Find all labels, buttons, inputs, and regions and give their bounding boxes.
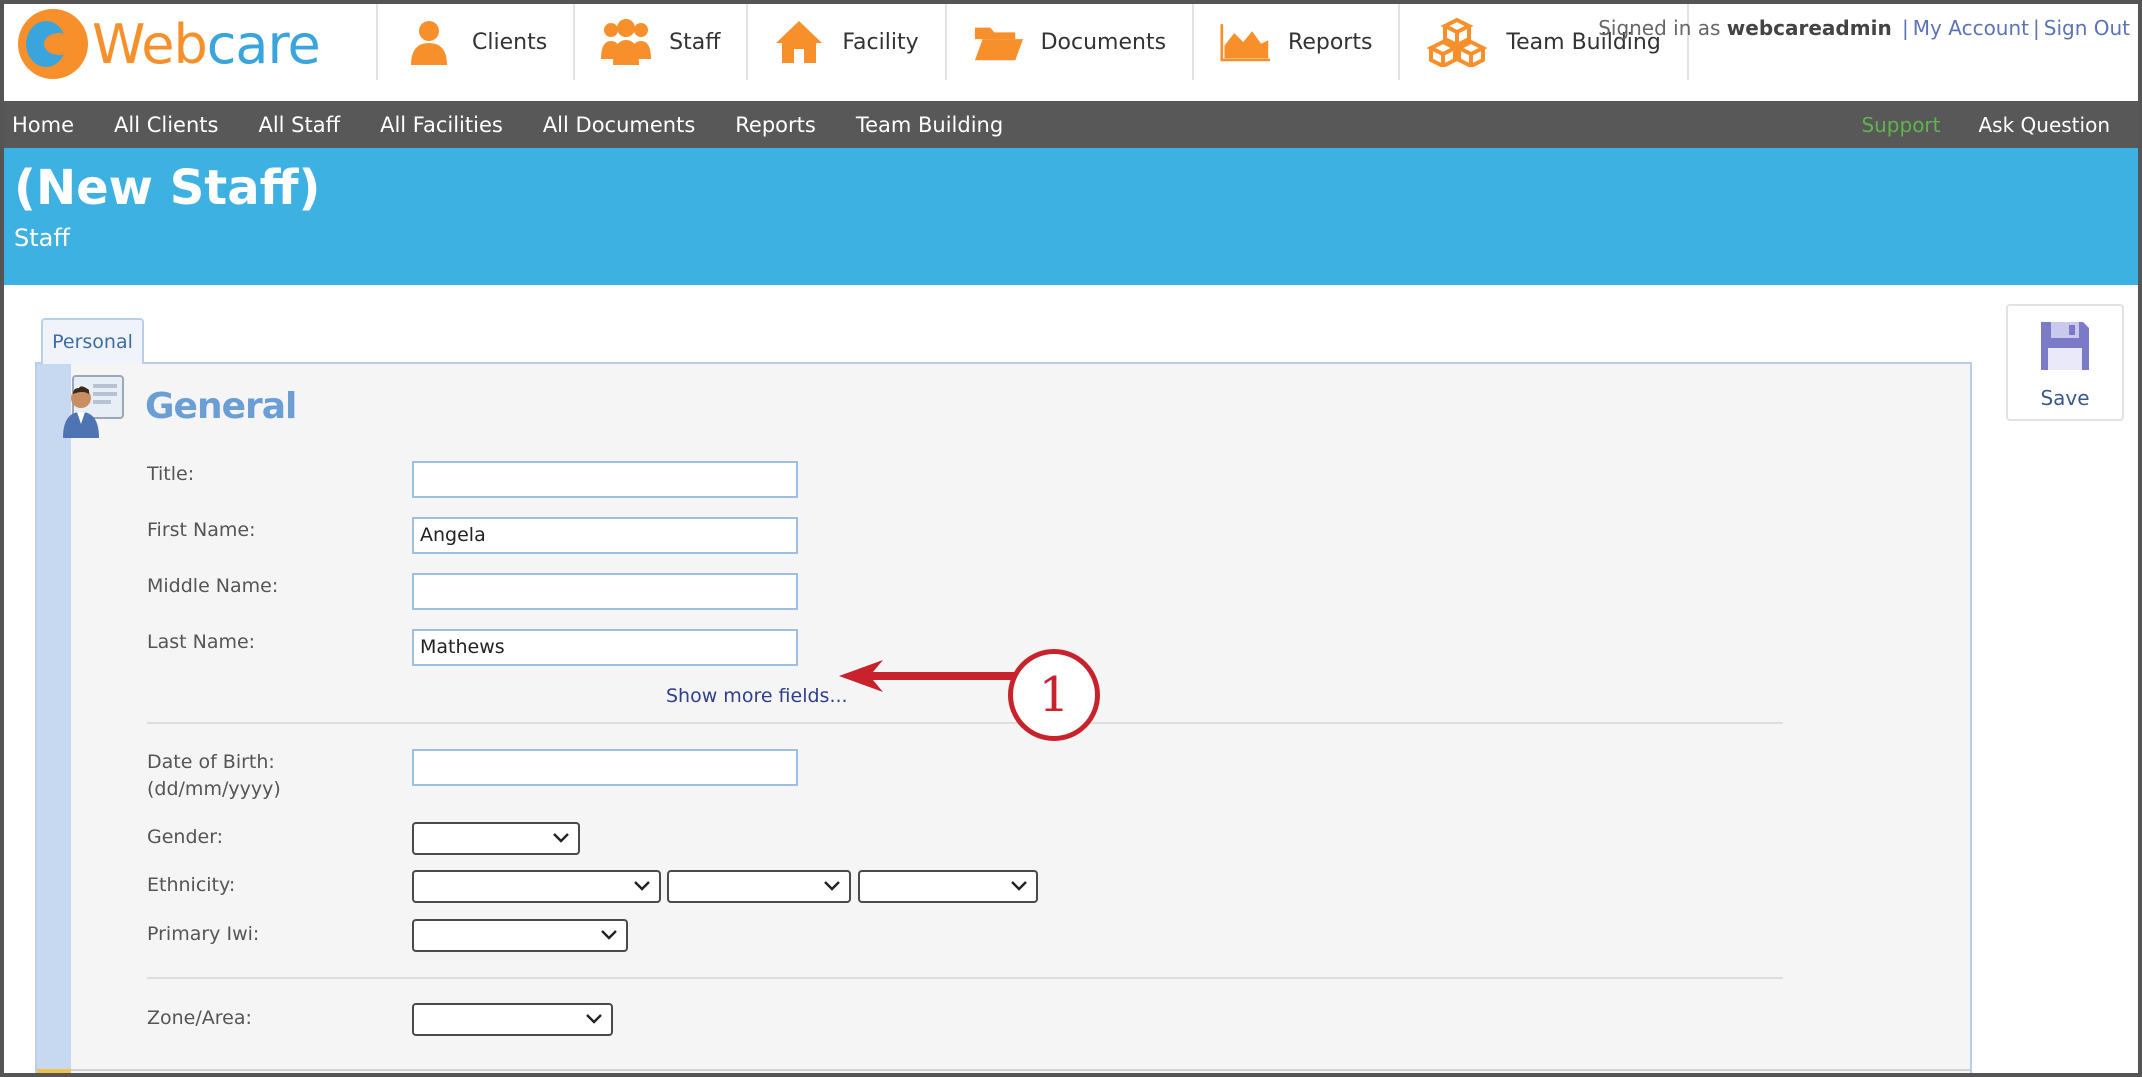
group-icon — [601, 17, 652, 67]
area-chart-icon — [1220, 17, 1271, 67]
chevron-down-icon — [824, 881, 840, 891]
subnav-reports[interactable]: Reports — [735, 113, 816, 137]
chevron-down-icon — [601, 930, 617, 940]
subnav-all-staff[interactable]: All Staff — [258, 113, 340, 137]
separator: | — [1902, 16, 1909, 40]
dob-label: Date of Birth: — [147, 751, 275, 773]
subnav-all-documents[interactable]: All Documents — [543, 113, 695, 137]
callout-number-badge: 1 — [1008, 649, 1100, 741]
section-title: General — [145, 386, 297, 427]
first-name-label: First Name: — [147, 519, 256, 541]
middle-name-input[interactable] — [412, 573, 798, 610]
signed-in-text: Signed in as — [1598, 16, 1721, 40]
main-nav: Clients Staff Facility Documents Reports… — [376, 4, 1689, 80]
primary-iwi-select[interactable] — [412, 919, 628, 952]
support-link[interactable]: Support — [1861, 113, 1940, 137]
secondary-nav: Home All Clients All Staff All Facilitie… — [4, 101, 2138, 148]
subnav-all-clients[interactable]: All Clients — [114, 113, 218, 137]
chevron-down-icon — [1011, 881, 1027, 891]
contact-card-icon — [59, 372, 127, 440]
title-input[interactable] — [412, 461, 798, 498]
save-button[interactable]: Save — [2006, 304, 2124, 421]
gender-label: Gender: — [147, 826, 224, 848]
nav-reports[interactable]: Reports — [1192, 4, 1398, 80]
top-header: Webcare Clients Staff Facility Documents… — [4, 4, 2138, 101]
show-more-fields-link[interactable]: Show more fields... — [666, 685, 848, 707]
primary-iwi-label: Primary Iwi: — [147, 923, 260, 945]
chevron-down-icon — [586, 1014, 602, 1024]
separator: | — [2033, 16, 2040, 40]
ethnicity-select-3[interactable] — [858, 870, 1038, 903]
nav-documents[interactable]: Documents — [944, 4, 1192, 80]
chevron-down-icon — [634, 881, 650, 891]
nav-facility[interactable]: Facility — [746, 4, 944, 80]
divider — [147, 977, 1783, 979]
account-bar: Signed in as webcareadmin | My Account | Si… — [1598, 16, 2130, 40]
house-icon — [774, 17, 824, 67]
form-panel: General Title: First Name: Angela Middle… — [35, 362, 1972, 1073]
logo-text: Webcare — [92, 12, 321, 76]
subnav-all-facilities[interactable]: All Facilities — [380, 113, 503, 137]
ethnicity-select-2[interactable] — [667, 870, 851, 903]
panel-footer-divider — [71, 1069, 1970, 1071]
callout-arrow-icon — [839, 660, 1014, 692]
page-title: (New Staff) — [14, 160, 321, 216]
my-account-link[interactable]: My Account — [1913, 16, 2029, 40]
floppy-disk-icon — [2041, 322, 2089, 370]
ethnicity-select-1[interactable] — [412, 870, 661, 903]
nav-clients[interactable]: Clients — [376, 4, 573, 80]
nav-reports-label: Reports — [1288, 29, 1373, 55]
last-name-input[interactable]: Mathews — [412, 629, 798, 666]
nav-staff[interactable]: Staff — [573, 4, 746, 80]
page-banner: (New Staff) Staff — [4, 148, 2138, 285]
subnav-team-building[interactable]: Team Building — [856, 113, 1003, 137]
title-label: Title: — [147, 463, 195, 485]
nav-staff-label: Staff — [669, 29, 721, 55]
first-name-input[interactable]: Angela — [412, 517, 798, 554]
nav-documents-label: Documents — [1040, 29, 1167, 55]
webcare-logo[interactable]: Webcare — [18, 8, 321, 80]
zone-area-select[interactable] — [412, 1003, 613, 1036]
subnav-right: Support Ask Question — [1861, 101, 2110, 148]
dob-input[interactable] — [412, 749, 798, 786]
chevron-down-icon — [553, 833, 569, 843]
nav-facility-label: Facility — [842, 29, 919, 55]
boxes-icon — [1426, 17, 1488, 67]
panel-stripe-accent — [37, 1069, 71, 1073]
divider — [147, 722, 1783, 724]
logo-mark-icon — [18, 9, 88, 79]
page-subtitle: Staff — [14, 224, 70, 252]
username: webcareadmin — [1726, 16, 1892, 40]
subnav-home[interactable]: Home — [12, 113, 74, 137]
save-label: Save — [2040, 386, 2090, 410]
gender-select[interactable] — [412, 822, 580, 855]
last-name-label: Last Name: — [147, 631, 256, 653]
folder-icon — [973, 17, 1023, 67]
person-icon — [404, 17, 454, 67]
zone-area-label: Zone/Area: — [147, 1007, 252, 1029]
ask-question-link[interactable]: Ask Question — [1979, 113, 2111, 137]
middle-name-label: Middle Name: — [147, 575, 279, 597]
dob-format-hint: (dd/mm/yyyy) — [147, 778, 281, 800]
nav-clients-label: Clients — [472, 29, 548, 55]
sign-out-link[interactable]: Sign Out — [2044, 16, 2130, 40]
panel-stripe — [37, 364, 71, 1073]
app-window: Webcare Clients Staff Facility Documents… — [0, 0, 2142, 1077]
ethnicity-label: Ethnicity: — [147, 874, 236, 896]
tab-personal[interactable]: Personal — [41, 318, 144, 364]
